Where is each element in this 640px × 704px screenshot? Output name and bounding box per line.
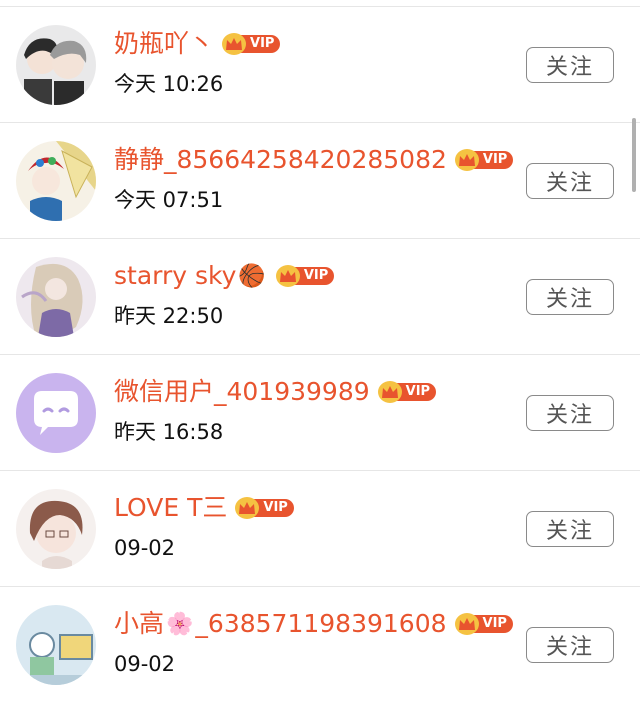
follow-button[interactable]: 关注 [526, 627, 614, 663]
username-prefix[interactable]: 小高 [114, 607, 164, 641]
username-line: 微信用户_401939989 VIP [114, 375, 437, 409]
follow-button[interactable]: 关注 [526, 511, 614, 547]
basketball-icon: 🏀 [238, 263, 266, 289]
vip-badge: VIP [454, 149, 514, 171]
visit-time: 昨天 22:50 [114, 304, 224, 328]
vip-label: VIP [293, 267, 335, 285]
cherry-blossom-icon: 🌸 [166, 611, 194, 637]
avatar[interactable] [16, 141, 96, 221]
visit-time: 昨天 16:58 [114, 420, 224, 444]
user-list: 奶瓶吖丶 VIP 今天 10:26 关注 静静_8566425842028508… [0, 6, 640, 702]
crown-icon [222, 33, 247, 55]
list-item[interactable]: 奶瓶吖丶 VIP 今天 10:26 关注 [0, 6, 640, 122]
vip-label: VIP [395, 383, 437, 401]
vip-badge: VIP [275, 265, 335, 287]
username-line: 小高 🌸 _638571198391608 VIP [114, 607, 513, 641]
crown-icon [377, 381, 402, 403]
avatar[interactable] [16, 489, 96, 569]
username[interactable]: LOVE T三 [114, 491, 227, 525]
crown-icon [454, 149, 479, 171]
vip-badge: VIP [377, 381, 437, 403]
username[interactable]: starry sky [114, 259, 236, 293]
username-line: 奶瓶吖丶 VIP [114, 27, 281, 61]
username[interactable]: 静静_85664258420285082 [114, 143, 447, 177]
vip-badge: VIP [454, 613, 513, 635]
visit-time: 今天 07:51 [114, 188, 224, 212]
vip-label: VIP [240, 35, 281, 53]
scrollbar[interactable] [632, 118, 636, 192]
vip-badge: VIP [222, 33, 281, 55]
vip-label: VIP [472, 615, 513, 633]
avatar[interactable] [16, 605, 96, 685]
username-line: starry sky 🏀 VIP [114, 259, 335, 293]
avatar[interactable] [16, 373, 96, 453]
list-item[interactable]: LOVE T三 VIP 09-02 关注 [0, 470, 640, 586]
crown-icon [454, 613, 479, 635]
visit-time: 今天 10:26 [114, 72, 224, 96]
visit-time: 09-02 [114, 536, 176, 560]
vip-label: VIP [472, 151, 514, 169]
vip-label: VIP [253, 499, 294, 517]
list-item[interactable]: 静静_85664258420285082 VIP 今天 07:51 关注 [0, 122, 640, 238]
follow-button[interactable]: 关注 [526, 395, 614, 431]
follow-button[interactable]: 关注 [526, 163, 614, 199]
list-item[interactable]: starry sky 🏀 VIP 昨天 22:50 关注 [0, 238, 640, 354]
avatar[interactable] [16, 25, 96, 105]
username-suffix[interactable]: _638571198391608 [195, 607, 446, 641]
crown-icon [275, 265, 300, 287]
vip-badge: VIP [235, 497, 294, 519]
follow-button[interactable]: 关注 [526, 279, 614, 315]
username-line: LOVE T三 VIP [114, 491, 294, 525]
follow-button[interactable]: 关注 [526, 47, 614, 83]
username-line: 静静_85664258420285082 VIP [114, 143, 514, 177]
username[interactable]: 微信用户_401939989 [114, 375, 370, 409]
list-item[interactable]: 微信用户_401939989 VIP 昨天 16:58 关注 [0, 354, 640, 470]
visit-time: 09-02 [114, 652, 176, 676]
username[interactable]: 奶瓶吖丶 [114, 27, 214, 61]
list-item[interactable]: 小高 🌸 _638571198391608 VIP 09-02 关注 [0, 586, 640, 702]
avatar[interactable] [16, 257, 96, 337]
